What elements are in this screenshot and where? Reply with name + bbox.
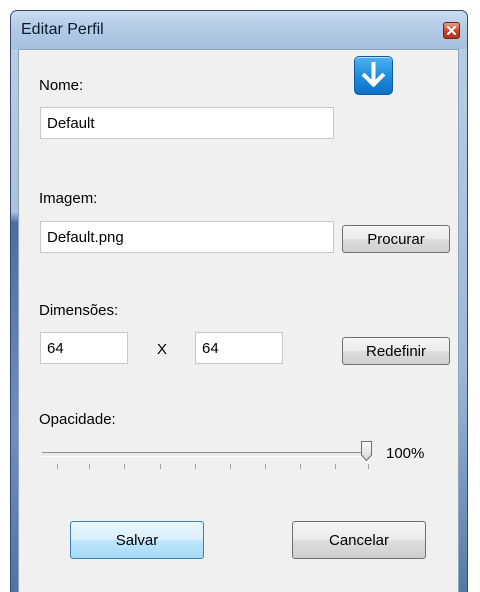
edit-profile-window: Editar Perfil bbox=[10, 10, 468, 592]
name-input[interactable]: Default bbox=[40, 107, 334, 139]
slider-tick bbox=[230, 464, 231, 469]
height-input[interactable]: 64 bbox=[195, 332, 283, 364]
window-frame-right bbox=[459, 49, 467, 592]
slider-tick bbox=[57, 464, 58, 469]
slider-tick bbox=[300, 464, 301, 469]
slider-tick bbox=[368, 464, 369, 469]
save-button[interactable]: Salvar bbox=[70, 521, 204, 559]
width-input[interactable]: 64 bbox=[40, 332, 128, 364]
reset-button[interactable]: Redefinir bbox=[342, 337, 450, 365]
dimensions-label: Dimensões: bbox=[39, 302, 119, 319]
name-label: Nome: bbox=[39, 77, 84, 94]
image-path-input[interactable]: Default.png bbox=[40, 221, 334, 253]
opacity-slider-track[interactable] bbox=[42, 452, 368, 457]
window-frame-left bbox=[11, 49, 18, 592]
close-icon bbox=[447, 26, 456, 35]
download-button[interactable] bbox=[354, 56, 393, 95]
opacity-value: 100% bbox=[386, 445, 425, 462]
slider-tick bbox=[160, 464, 161, 469]
slider-tick bbox=[265, 464, 266, 469]
close-button[interactable] bbox=[443, 22, 460, 39]
opacity-label: Opacidade: bbox=[39, 411, 116, 428]
download-arrow-icon bbox=[361, 62, 386, 88]
opacity-slider-thumb[interactable] bbox=[361, 441, 372, 462]
slider-tick bbox=[89, 464, 90, 469]
dimensions-separator: X bbox=[157, 341, 168, 358]
slider-tick bbox=[335, 464, 336, 469]
slider-tick bbox=[195, 464, 196, 469]
window-title: Editar Perfil bbox=[21, 21, 104, 38]
cancel-button[interactable]: Cancelar bbox=[292, 521, 426, 559]
title-bar[interactable]: Editar Perfil bbox=[11, 11, 467, 49]
browse-button[interactable]: Procurar bbox=[342, 225, 450, 253]
slider-tick bbox=[124, 464, 125, 469]
image-label: Imagem: bbox=[39, 190, 98, 207]
